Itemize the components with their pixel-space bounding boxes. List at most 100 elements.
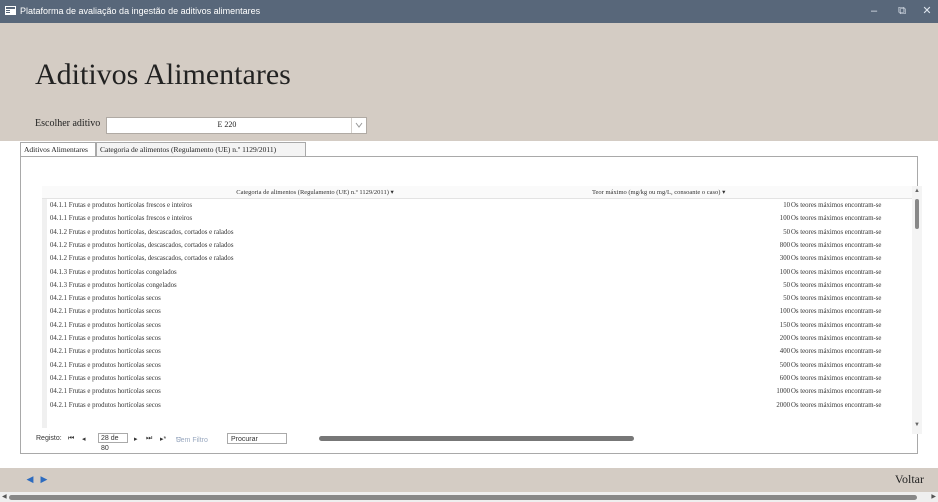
cell-max-level[interactable]: 2000 bbox=[590, 402, 790, 409]
tab-additives[interactable]: Aditivos Alimentares bbox=[20, 142, 96, 156]
table-row[interactable]: 04.1.2 Frutas e produtos hortícolas, des… bbox=[42, 240, 912, 253]
previous-record-icon[interactable]: ◂ bbox=[82, 435, 86, 443]
cell-notes[interactable]: Os teores máximos encontram-se bbox=[791, 202, 915, 209]
cell-notes[interactable]: Os teores máximos encontram-se bbox=[791, 229, 915, 236]
cell-notes[interactable]: Os teores máximos encontram-se bbox=[791, 388, 915, 395]
cell-category[interactable]: 04.1.1 Frutas e produtos hortícolas fres… bbox=[50, 215, 585, 222]
minimize-button[interactable]: – bbox=[865, 3, 883, 19]
first-record-icon[interactable]: ⏮ bbox=[68, 435, 74, 443]
next-form-button[interactable]: ▶ bbox=[39, 473, 49, 485]
cell-category[interactable]: 04.2.1 Frutas e produtos hortícolas seco… bbox=[50, 295, 585, 302]
search-box[interactable]: Procurar bbox=[227, 433, 287, 444]
table-row[interactable]: 04.1.1 Frutas e produtos hortícolas fres… bbox=[42, 200, 912, 213]
new-record-icon[interactable]: ▸* bbox=[160, 435, 166, 443]
cell-max-level[interactable]: 50 bbox=[590, 295, 790, 302]
cell-category[interactable]: 04.1.2 Frutas e produtos hortícolas, des… bbox=[50, 229, 585, 236]
table-row[interactable]: 04.2.1 Frutas e produtos hortícolas seco… bbox=[42, 293, 912, 306]
record-label: Registo: bbox=[36, 435, 62, 442]
current-record-field[interactable]: 28 de 80 bbox=[98, 433, 128, 452]
cell-category[interactable]: 04.2.1 Frutas e produtos hortícolas seco… bbox=[50, 348, 585, 355]
table-row[interactable]: 04.1.2 Frutas e produtos hortícolas, des… bbox=[42, 227, 912, 240]
cell-notes[interactable]: Os teores máximos encontram-se bbox=[791, 269, 915, 276]
scroll-right-icon[interactable]: ▶ bbox=[931, 493, 936, 500]
cell-category[interactable]: 04.2.1 Frutas e produtos hortícolas seco… bbox=[50, 322, 585, 329]
cell-notes[interactable]: Os teores máximos encontram-se bbox=[791, 335, 915, 342]
cell-category[interactable]: 04.2.1 Frutas e produtos hortícolas seco… bbox=[50, 388, 585, 395]
table-row[interactable]: 04.2.1 Frutas e produtos hortícolas seco… bbox=[42, 320, 912, 333]
cell-max-level[interactable]: 600 bbox=[590, 375, 790, 382]
scroll-up-icon[interactable]: ▲ bbox=[914, 188, 920, 194]
cell-category[interactable]: 04.1.3 Frutas e produtos hortícolas cong… bbox=[50, 269, 585, 276]
choose-additive-label: Escolher aditivo bbox=[35, 118, 101, 129]
scroll-down-icon[interactable]: ▼ bbox=[914, 422, 920, 428]
cell-category[interactable]: 04.2.1 Frutas e produtos hortícolas seco… bbox=[50, 335, 585, 342]
cell-notes[interactable]: Os teores máximos encontram-se bbox=[791, 322, 915, 329]
column-header-category[interactable]: Categoria de alimentos (Regulamento (UE)… bbox=[42, 188, 588, 196]
table-row[interactable]: 04.1.3 Frutas e produtos hortícolas cong… bbox=[42, 280, 912, 293]
cell-notes[interactable]: Os teores máximos encontram-se bbox=[791, 255, 915, 262]
cell-category[interactable]: 04.1.1 Frutas e produtos hortícolas fres… bbox=[50, 202, 585, 209]
record-navigation-bar: Registo: ⏮ ◂ 28 de 80 ▸ ⏭ ▸* ⛉ Sem Filtr… bbox=[36, 433, 921, 452]
cell-max-level[interactable]: 800 bbox=[590, 242, 790, 249]
cell-category[interactable]: 04.1.3 Frutas e produtos hortícolas cong… bbox=[50, 282, 585, 289]
last-record-icon[interactable]: ⏭ bbox=[146, 435, 152, 443]
cell-notes[interactable]: Os teores máximos encontram-se bbox=[791, 375, 915, 382]
page-title: Aditivos Alimentares bbox=[35, 58, 291, 91]
additive-combobox[interactable]: E 220 bbox=[106, 117, 367, 134]
cell-max-level[interactable]: 150 bbox=[590, 322, 790, 329]
cell-max-level[interactable]: 100 bbox=[590, 269, 790, 276]
cell-category[interactable]: 04.2.1 Frutas e produtos hortícolas seco… bbox=[50, 375, 585, 382]
cell-notes[interactable]: Os teores máximos encontram-se bbox=[791, 308, 915, 315]
window-horizontal-scrollbar[interactable]: ◀ ▶ bbox=[0, 492, 938, 502]
cell-max-level[interactable]: 1000 bbox=[590, 388, 790, 395]
table-row[interactable]: 04.2.1 Frutas e produtos hortícolas seco… bbox=[42, 333, 912, 346]
cell-notes[interactable]: Os teores máximos encontram-se bbox=[791, 215, 915, 222]
table-row[interactable]: 04.1.1 Frutas e produtos hortícolas fres… bbox=[42, 213, 912, 226]
cell-notes[interactable]: Os teores máximos encontram-se bbox=[791, 282, 915, 289]
cell-max-level[interactable]: 300 bbox=[590, 255, 790, 262]
cell-max-level[interactable]: 10 bbox=[590, 202, 790, 209]
cell-notes[interactable]: Os teores máximos encontram-se bbox=[791, 295, 915, 302]
cell-max-level[interactable]: 50 bbox=[590, 282, 790, 289]
cell-max-level[interactable]: 50 bbox=[590, 229, 790, 236]
chevron-down-icon[interactable] bbox=[351, 118, 366, 133]
cell-notes[interactable]: Os teores máximos encontram-se bbox=[791, 348, 915, 355]
cell-notes[interactable]: Os teores máximos encontram-se bbox=[791, 242, 915, 249]
previous-form-button[interactable]: ◀ bbox=[25, 473, 35, 485]
cell-category[interactable]: 04.1.2 Frutas e produtos hortícolas, des… bbox=[50, 242, 585, 249]
table-row[interactable]: 04.1.2 Frutas e produtos hortícolas, des… bbox=[42, 253, 912, 266]
table-row[interactable]: 04.2.1 Frutas e produtos hortícolas seco… bbox=[42, 400, 912, 413]
window-titlebar: Plataforma de avaliação da ingestão de a… bbox=[0, 0, 938, 23]
column-header-max-level[interactable]: Teor máximo (mg/kg ou mg/L, consoante o … bbox=[592, 188, 788, 196]
restore-button[interactable]: ⧉ bbox=[893, 3, 911, 19]
table-row[interactable]: 04.2.1 Frutas e produtos hortícolas seco… bbox=[42, 346, 912, 359]
table-row[interactable]: 04.2.1 Frutas e produtos hortícolas seco… bbox=[42, 386, 912, 399]
window-title: Plataforma de avaliação da ingestão de a… bbox=[20, 6, 261, 16]
tab-food-category[interactable]: Categoria de alimentos (Regulamento (UE)… bbox=[96, 142, 306, 156]
back-button[interactable]: Voltar bbox=[895, 472, 924, 487]
table-row[interactable]: 04.2.1 Frutas e produtos hortícolas seco… bbox=[42, 360, 912, 373]
vertical-scroll-thumb[interactable] bbox=[915, 199, 919, 229]
cell-category[interactable]: 04.1.2 Frutas e produtos hortícolas, des… bbox=[50, 255, 585, 262]
horizontal-scroll-thumb[interactable] bbox=[319, 436, 634, 441]
cell-category[interactable]: 04.2.1 Frutas e produtos hortícolas seco… bbox=[50, 402, 585, 409]
table-row[interactable]: 04.1.3 Frutas e produtos hortícolas cong… bbox=[42, 267, 912, 280]
cell-max-level[interactable]: 100 bbox=[590, 215, 790, 222]
scroll-left-icon[interactable]: ◀ bbox=[2, 493, 7, 500]
window-scroll-thumb[interactable] bbox=[9, 495, 917, 500]
cell-max-level[interactable]: 200 bbox=[590, 335, 790, 342]
next-record-icon[interactable]: ▸ bbox=[134, 435, 138, 443]
close-button[interactable]: ✕ bbox=[918, 3, 936, 19]
cell-category[interactable]: 04.2.1 Frutas e produtos hortícolas seco… bbox=[50, 362, 585, 369]
vertical-scrollbar[interactable]: ▲ ▼ bbox=[912, 186, 922, 434]
app-form-icon bbox=[5, 6, 16, 15]
table-row[interactable]: 04.2.1 Frutas e produtos hortícolas seco… bbox=[42, 373, 912, 386]
cell-notes[interactable]: Os teores máximos encontram-se bbox=[791, 362, 915, 369]
cell-notes[interactable]: Os teores máximos encontram-se bbox=[791, 402, 915, 409]
cell-max-level[interactable]: 500 bbox=[590, 362, 790, 369]
cell-max-level[interactable]: 400 bbox=[590, 348, 790, 355]
grid-header: Categoria de alimentos (Regulamento (UE)… bbox=[42, 186, 922, 199]
cell-category[interactable]: 04.2.1 Frutas e produtos hortícolas seco… bbox=[50, 308, 585, 315]
table-row[interactable]: 04.2.1 Frutas e produtos hortícolas seco… bbox=[42, 306, 912, 319]
cell-max-level[interactable]: 100 bbox=[590, 308, 790, 315]
